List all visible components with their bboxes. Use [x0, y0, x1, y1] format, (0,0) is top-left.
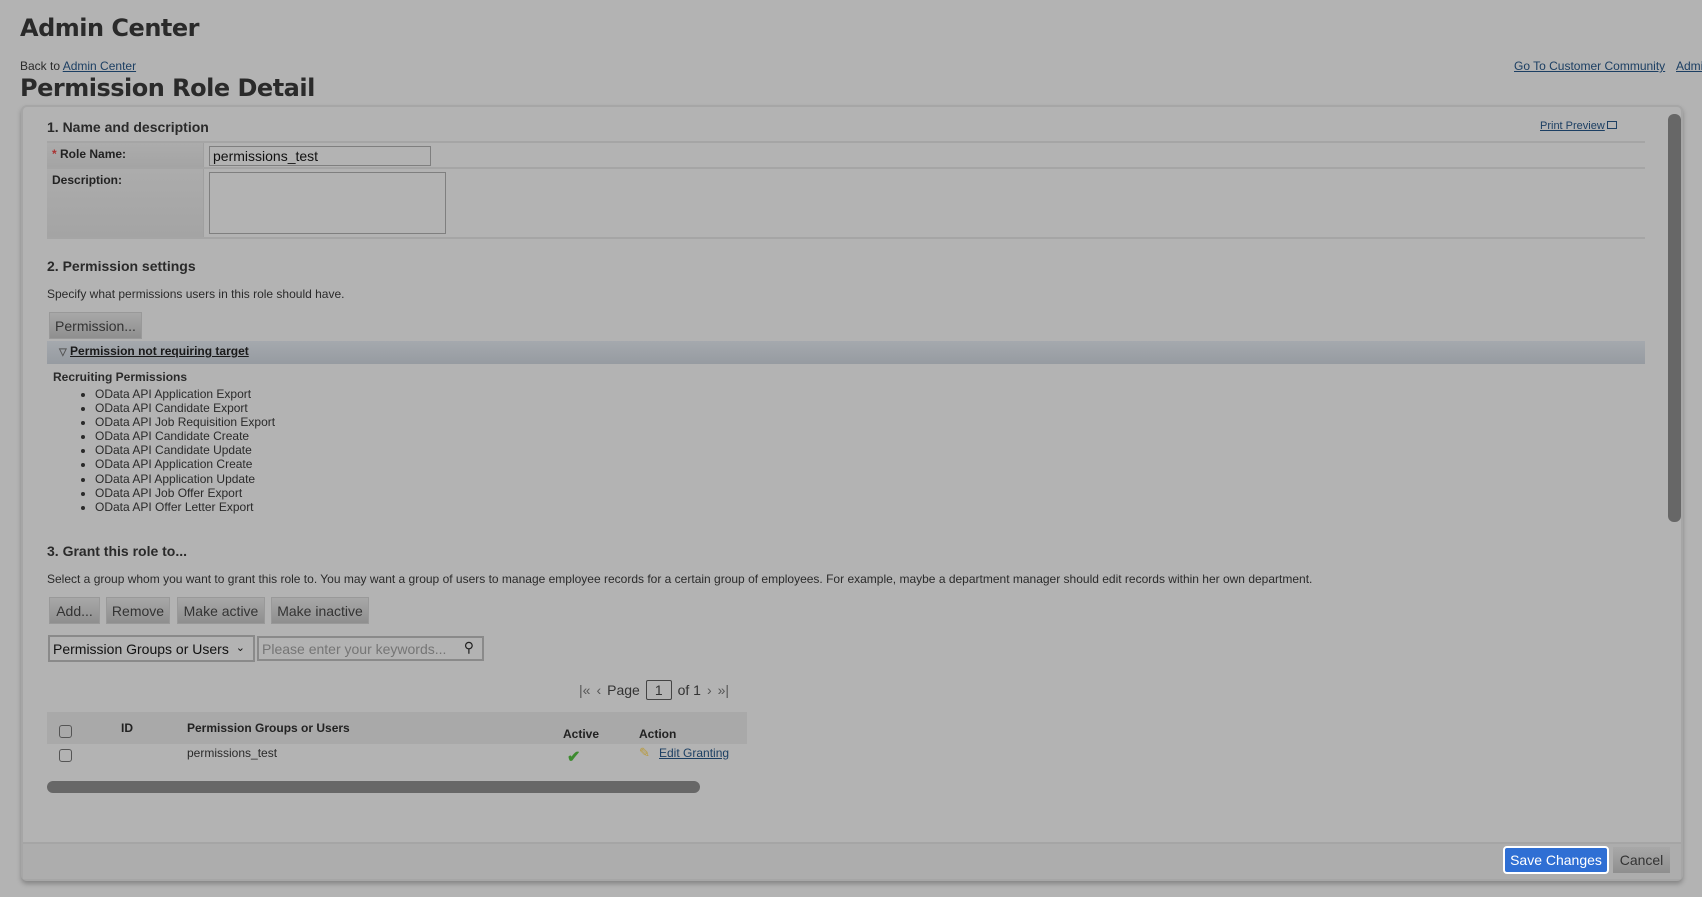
- permission-button[interactable]: Permission...: [49, 312, 142, 339]
- pager: |« ‹ Page 1 of 1 › »|: [579, 680, 729, 700]
- description-row: Description:: [47, 169, 1645, 239]
- edit-granting-link[interactable]: Edit Granting: [659, 746, 729, 760]
- collapse-icon[interactable]: ▽: [59, 347, 67, 358]
- col-groups: Permission Groups or Users: [187, 721, 350, 735]
- pager-total: of 1: [677, 682, 701, 698]
- cancel-button[interactable]: Cancel: [1613, 847, 1670, 873]
- make-active-button[interactable]: Make active: [177, 597, 265, 624]
- admin-link[interactable]: Admi: [1676, 59, 1702, 73]
- description-input[interactable]: [209, 172, 446, 234]
- section-permission-title: 2. Permission settings: [47, 258, 196, 274]
- print-preview-link[interactable]: Print Preview: [1540, 120, 1605, 132]
- pager-label: Page: [607, 682, 640, 698]
- save-changes-button[interactable]: Save Changes: [1503, 846, 1609, 874]
- customer-community-link[interactable]: Go To Customer Community: [1514, 59, 1665, 73]
- filter-select-value: Permission Groups or Users: [53, 641, 229, 657]
- check-icon: ✔: [567, 749, 581, 766]
- footer-bar: [23, 842, 1681, 879]
- list-item: OData API Candidate Create: [95, 429, 275, 443]
- required-icon: *: [52, 147, 61, 161]
- filter-select[interactable]: Permission Groups or Users ⌄: [48, 635, 255, 662]
- popup-icon: [1606, 121, 1617, 129]
- search-box[interactable]: ⚲: [257, 636, 484, 661]
- permission-group-link[interactable]: Permission not requiring target: [70, 344, 249, 358]
- section-grant-desc: Select a group whom you want to grant th…: [47, 572, 1313, 586]
- list-item: OData API Application Update: [95, 472, 275, 486]
- list-item: OData API Job Offer Export: [95, 486, 275, 500]
- role-name-label-text: Role Name:: [60, 147, 127, 161]
- col-action: Action: [639, 727, 677, 741]
- page-title: Permission Role Detail: [20, 74, 315, 102]
- role-name-row: * Role Name:: [47, 141, 1645, 169]
- prev-page-icon[interactable]: ‹: [596, 682, 601, 698]
- horizontal-scrollbar[interactable]: [47, 781, 700, 793]
- list-item: OData API Application Create: [95, 457, 275, 471]
- col-active: Active: [563, 727, 600, 741]
- col-id: ID: [121, 721, 133, 735]
- edit-pencil-icon: ✎: [639, 745, 650, 760]
- section-permission-desc: Specify what permissions users in this r…: [47, 287, 345, 301]
- list-item: OData API Candidate Update: [95, 443, 275, 457]
- section-grant-title: 3. Grant this role to...: [47, 543, 188, 559]
- search-input[interactable]: [259, 638, 449, 659]
- add-button[interactable]: Add...: [49, 597, 100, 624]
- search-icon[interactable]: ⚲: [464, 639, 474, 656]
- app-title: Admin Center: [20, 14, 200, 42]
- chevron-down-icon: ⌄: [235, 642, 245, 654]
- row-checkbox[interactable]: [59, 749, 72, 762]
- list-item: OData API Offer Letter Export: [95, 500, 275, 514]
- back-admin-center-link[interactable]: Admin Center: [63, 59, 136, 73]
- next-page-icon[interactable]: ›: [707, 682, 712, 698]
- back-prefix: Back to: [20, 59, 61, 73]
- last-page-icon[interactable]: »|: [718, 682, 729, 698]
- vertical-scrollbar[interactable]: [1668, 114, 1681, 522]
- role-name-input[interactable]: [209, 146, 431, 166]
- print-preview[interactable]: Print Preview: [1540, 120, 1617, 132]
- first-page-icon[interactable]: |«: [579, 682, 590, 698]
- role-name-label: * Role Name:: [47, 143, 204, 167]
- description-label: Description:: [47, 169, 204, 237]
- page-input[interactable]: 1: [645, 680, 672, 700]
- permission-list: OData API Application Export OData API C…: [95, 387, 275, 514]
- row-name: permissions_test: [187, 746, 278, 760]
- list-item: OData API Application Export: [95, 387, 275, 401]
- permission-group-header[interactable]: ▽ Permission not requiring target: [47, 341, 1645, 364]
- make-inactive-button[interactable]: Make inactive: [271, 597, 369, 624]
- list-item: OData API Candidate Export: [95, 401, 275, 415]
- select-all-checkbox[interactable]: [59, 725, 72, 738]
- category-label: Recruiting Permissions: [53, 370, 188, 384]
- remove-button[interactable]: Remove: [106, 597, 170, 624]
- back-text: Back to Admin Center: [20, 59, 136, 73]
- section-name-title: 1. Name and description: [47, 119, 209, 135]
- list-item: OData API Job Requisition Export: [95, 415, 275, 429]
